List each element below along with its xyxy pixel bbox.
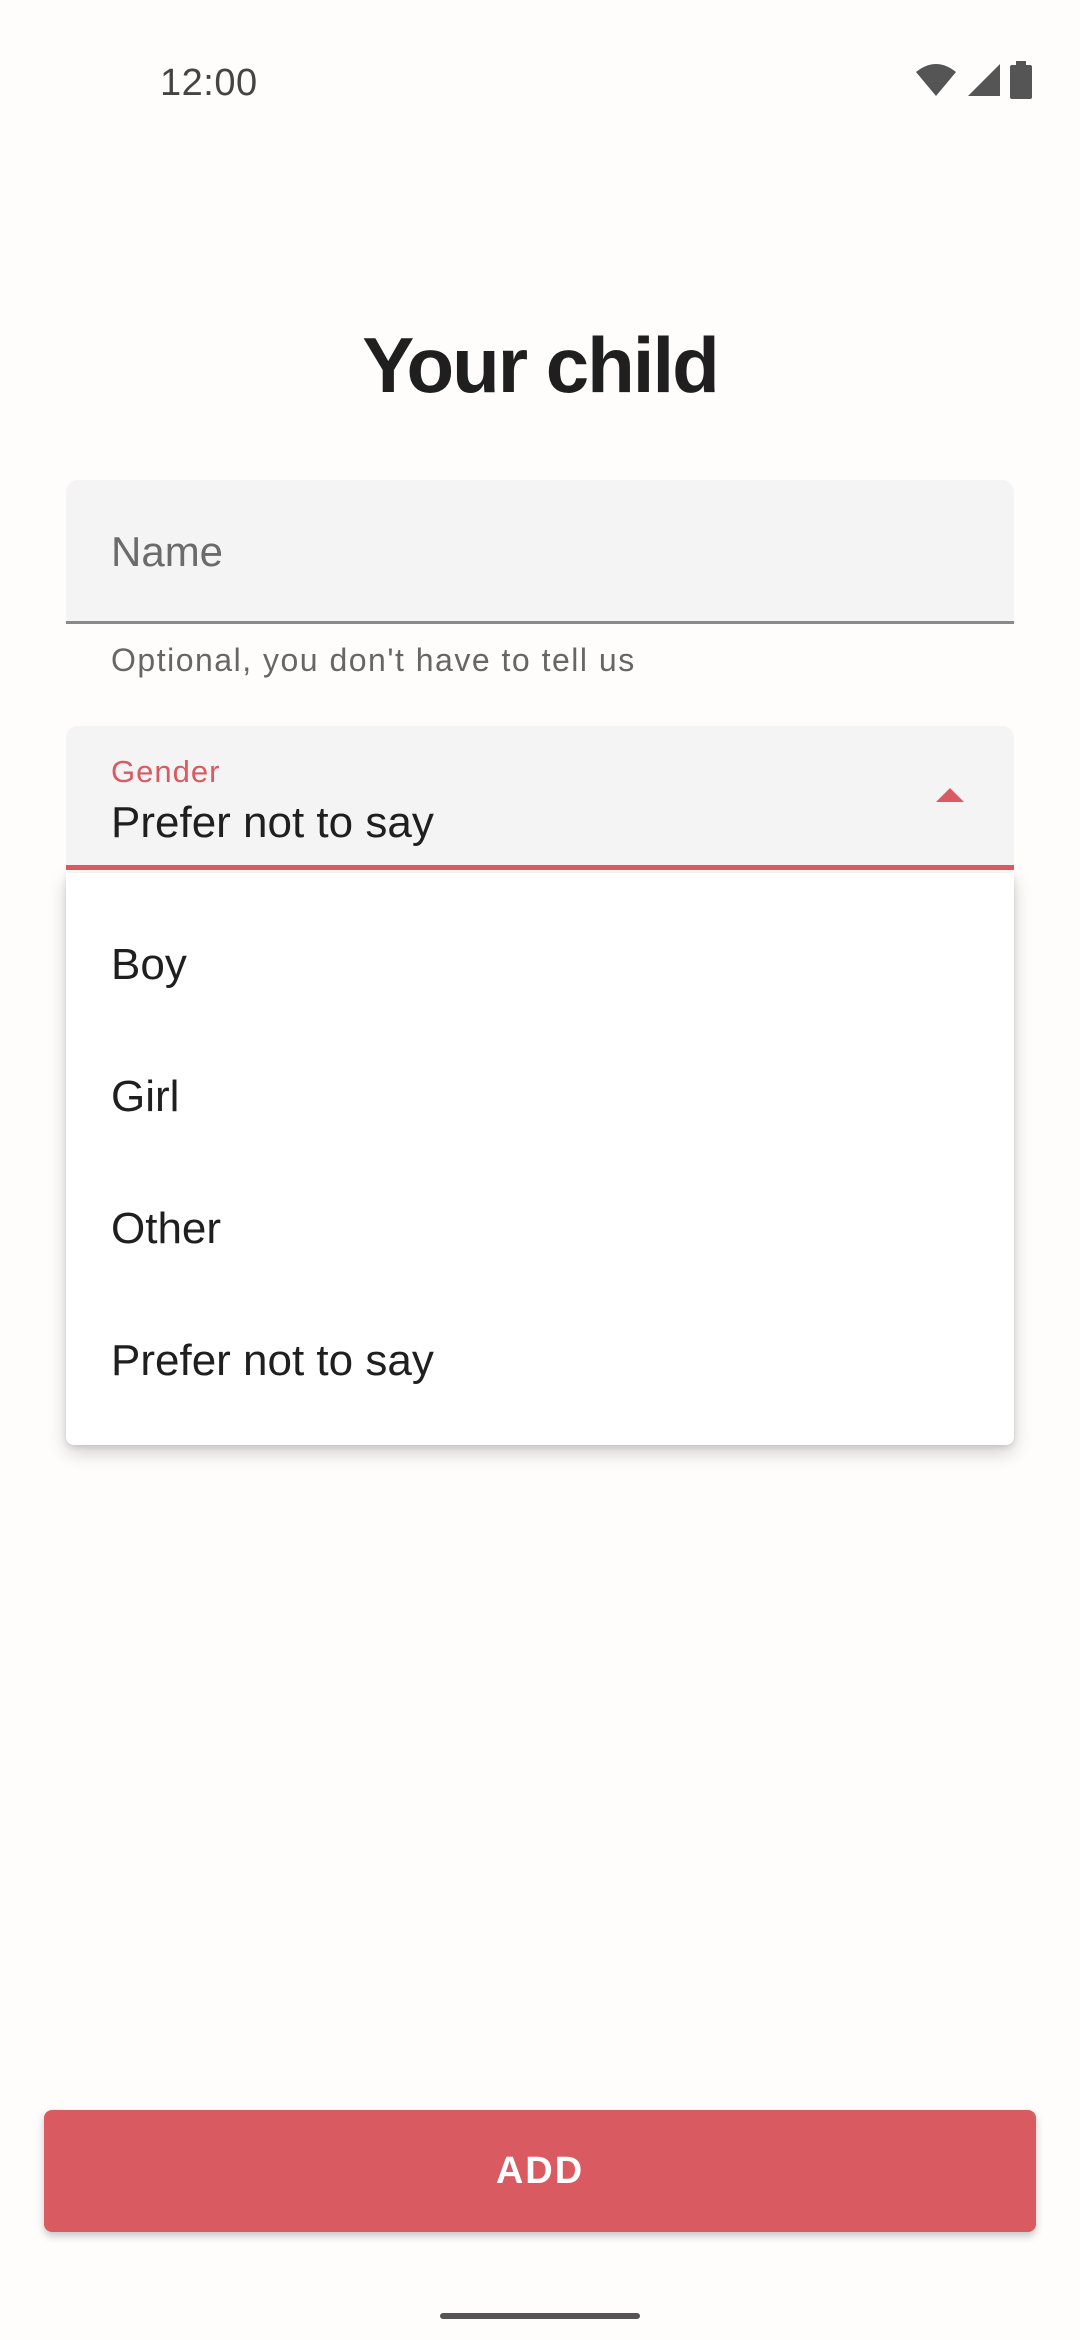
gesture-nav-handle[interactable]: [440, 2313, 640, 2319]
menu-item-prefer-not-to-say[interactable]: Prefer not to say: [66, 1295, 1014, 1427]
gender-label: Gender: [111, 754, 221, 789]
status-time: 12:00: [160, 62, 258, 104]
wifi-icon: [914, 62, 958, 103]
gender-select[interactable]: Gender Prefer not to say: [66, 726, 1014, 870]
cell-signal-icon: [966, 62, 1002, 103]
name-helper-text: Optional, you don't have to tell us: [111, 642, 636, 678]
add-button[interactable]: ADD: [44, 2110, 1036, 2232]
page-title: Your child: [362, 321, 720, 409]
status-bar: 12:00: [0, 0, 1080, 170]
name-placeholder: Name: [111, 528, 224, 575]
name-input[interactable]: Name: [66, 480, 1014, 624]
battery-icon: [1010, 60, 1032, 104]
menu-item-girl[interactable]: Girl: [66, 1031, 1014, 1163]
menu-item-other[interactable]: Other: [66, 1163, 1014, 1295]
status-icons: [914, 60, 1032, 104]
gender-options-menu: Boy Girl Other Prefer not to say: [66, 873, 1014, 1445]
menu-item-boy[interactable]: Boy: [66, 899, 1014, 1031]
gender-selected-value: Prefer not to say: [111, 798, 434, 847]
chevron-up-icon[interactable]: [936, 788, 964, 802]
